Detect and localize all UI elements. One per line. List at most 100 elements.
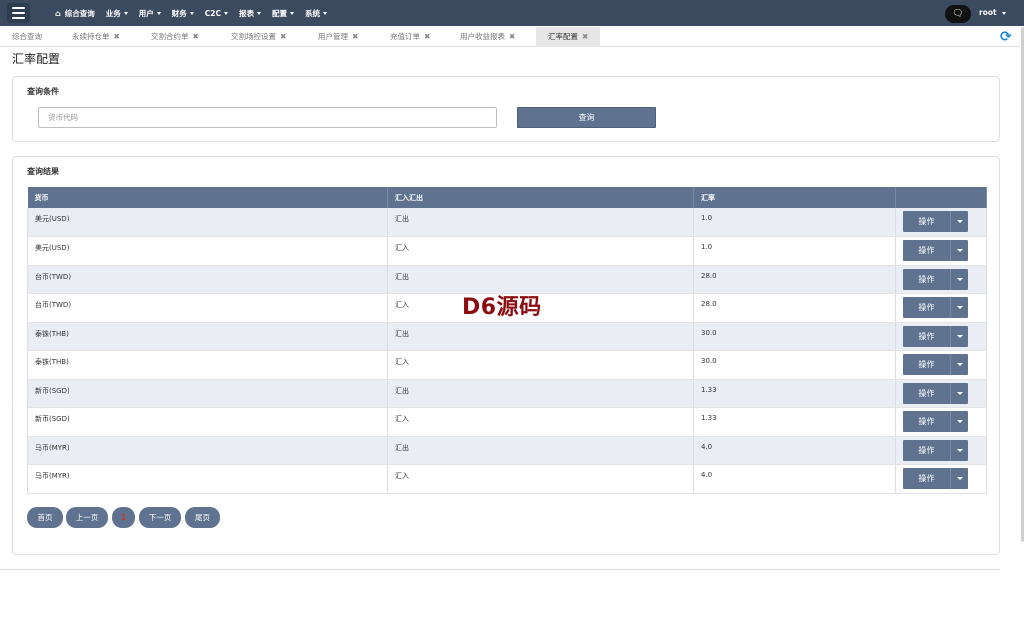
caret-down-icon <box>322 11 327 15</box>
tab-deposit-orders[interactable]: 充值订单 ✖ <box>390 27 430 47</box>
pager-next-button[interactable]: 下一页 <box>139 507 181 528</box>
cell-rate: 1.0 <box>693 236 896 266</box>
cell-action: 操作 <box>895 379 987 408</box>
action-button[interactable]: 操作 <box>903 439 951 461</box>
cell-action: 操作 <box>895 208 987 237</box>
tab-perpetual-positions[interactable]: 永续持仓单 ✖ <box>72 27 120 47</box>
action-button[interactable]: 操作 <box>903 268 951 290</box>
action-dropdown-toggle[interactable] <box>951 297 968 318</box>
nav-item-label: C2C <box>204 8 221 18</box>
nav-item-c2c[interactable]: C2C <box>205 9 228 18</box>
tab-delivery-contracts[interactable]: 交割合约单 ✖ <box>151 27 199 47</box>
close-icon[interactable]: ✖ <box>424 32 430 41</box>
action-dropdown-toggle[interactable] <box>951 354 968 375</box>
query-button[interactable]: 查询 <box>517 107 656 128</box>
action-button-group: 操作 <box>903 468 968 489</box>
pager-prev-button[interactable]: 上一页 <box>66 507 108 528</box>
nav-item-label: 配置 <box>271 8 287 18</box>
query-panel-title: 查询条件 <box>27 87 59 96</box>
cell-rate: 28.0 <box>693 293 896 323</box>
action-dropdown-toggle[interactable] <box>951 211 968 232</box>
tab-overview[interactable]: 综合查询 <box>12 27 42 47</box>
nav-item-label: 综合查询 <box>64 8 95 18</box>
close-icon[interactable]: ✖ <box>114 32 120 41</box>
action-button[interactable]: 操作 <box>903 354 951 375</box>
caret-down-icon <box>1001 11 1006 15</box>
query-panel: 查询条件 查询 <box>12 76 1000 142</box>
column-header-action <box>895 187 987 208</box>
table-header-row: 货币 汇入汇出 汇率 <box>27 187 987 208</box>
cell-rate: 4.0 <box>693 436 896 465</box>
close-icon[interactable]: ✖ <box>280 32 286 41</box>
cell-currency: 新币(SGD) <box>27 407 388 437</box>
action-dropdown-toggle[interactable] <box>951 240 968 261</box>
action-button[interactable]: 操作 <box>903 468 951 489</box>
close-icon[interactable]: ✖ <box>582 32 588 41</box>
pager-first-button[interactable]: 首页 <box>27 507 63 528</box>
action-button[interactable]: 操作 <box>903 211 951 232</box>
close-icon[interactable]: ✖ <box>509 32 515 41</box>
cell-currency: 马币(MYR) <box>27 436 388 465</box>
tab-user-management[interactable]: 用户管理 ✖ <box>318 27 358 47</box>
action-button-group: 操作 <box>903 354 968 375</box>
caret-down-icon <box>956 420 963 423</box>
cell-action: 操作 <box>895 407 987 437</box>
cell-direction: 汇出 <box>387 436 694 465</box>
user-menu[interactable]: root <box>979 0 1006 26</box>
nav-item-config[interactable]: 配置 <box>272 8 294 19</box>
nav-item-reports[interactable]: 报表 <box>239 8 261 19</box>
action-button[interactable]: 操作 <box>903 411 951 432</box>
action-dropdown-toggle[interactable] <box>951 268 968 290</box>
table-row: 新币(SGD) 汇出 1.33 操作 <box>27 379 987 408</box>
cell-action: 操作 <box>895 464 987 494</box>
close-icon[interactable]: ✖ <box>352 32 358 41</box>
cell-direction: 汇入 <box>387 236 694 266</box>
action-button[interactable]: 操作 <box>903 240 951 261</box>
action-dropdown-toggle[interactable] <box>951 325 968 347</box>
action-dropdown-toggle[interactable] <box>951 382 968 404</box>
nav-item-users[interactable]: 用户 <box>139 8 161 19</box>
cell-direction: 汇入 <box>387 350 694 380</box>
home-icon: ⌂ <box>55 8 61 18</box>
caret-down-icon <box>289 11 294 15</box>
action-button[interactable]: 操作 <box>903 297 951 318</box>
cell-direction: 汇入 <box>387 464 694 494</box>
nav-item-overview[interactable]: ⌂ 综合查询 <box>55 8 95 19</box>
action-button-group: 操作 <box>903 411 968 432</box>
close-icon[interactable]: ✖ <box>193 32 199 41</box>
tab-user-earnings[interactable]: 用户收益报表 ✖ <box>460 27 515 47</box>
caret-down-icon <box>956 306 963 309</box>
caret-down-icon <box>156 11 161 15</box>
action-button[interactable]: 操作 <box>903 382 951 404</box>
table-row: 泰铢(THB) 汇出 30.0 操作 <box>27 322 987 351</box>
hamburger-menu-icon[interactable] <box>7 3 30 23</box>
currency-code-input[interactable] <box>38 107 497 128</box>
pager-last-button[interactable]: 尾页 <box>185 507 220 528</box>
refresh-icon[interactable]: ⟳ <box>1000 29 1012 45</box>
action-dropdown-toggle[interactable] <box>951 439 968 461</box>
tab-label: 用户管理 <box>318 32 348 41</box>
result-panel-title: 查询结果 <box>27 167 59 176</box>
nav-item-finance[interactable]: 财务 <box>172 8 194 19</box>
top-navbar: ⌂ 综合查询 业务 用户 财务 C2C 报表 配置 系统 🗨 root <box>0 0 1024 26</box>
column-header-direction: 汇入汇出 <box>387 187 694 208</box>
column-header-rate: 汇率 <box>693 187 896 208</box>
action-dropdown-toggle[interactable] <box>951 468 968 489</box>
nav-item-system[interactable]: 系统 <box>305 8 327 19</box>
action-button-group: 操作 <box>903 240 968 261</box>
chat-bubble-icon[interactable]: 🗨 <box>945 5 971 23</box>
tab-delivery-control[interactable]: 交割场控设置 ✖ <box>231 27 286 47</box>
tab-label: 永续持仓单 <box>72 32 110 41</box>
caret-down-icon <box>956 477 963 480</box>
action-dropdown-toggle[interactable] <box>951 411 968 432</box>
cell-direction: 汇出 <box>387 208 694 237</box>
tab-exchange-rate[interactable]: 汇率配置 ✖ <box>536 27 601 47</box>
cell-rate: 30.0 <box>693 322 896 351</box>
action-button-group: 操作 <box>903 268 968 290</box>
pager-current-page[interactable]: 1 <box>112 507 135 528</box>
nav-item-business[interactable]: 业务 <box>106 8 128 19</box>
tab-label: 综合查询 <box>12 32 42 41</box>
result-panel: 查询结果 货币 汇入汇出 汇率 美元(USD) 汇出 1.0 操作 美元(USD) 汇入 1… <box>12 156 1000 555</box>
action-button[interactable]: 操作 <box>903 325 951 347</box>
table-row: 泰铢(THB) 汇入 30.0 操作 <box>27 350 987 380</box>
